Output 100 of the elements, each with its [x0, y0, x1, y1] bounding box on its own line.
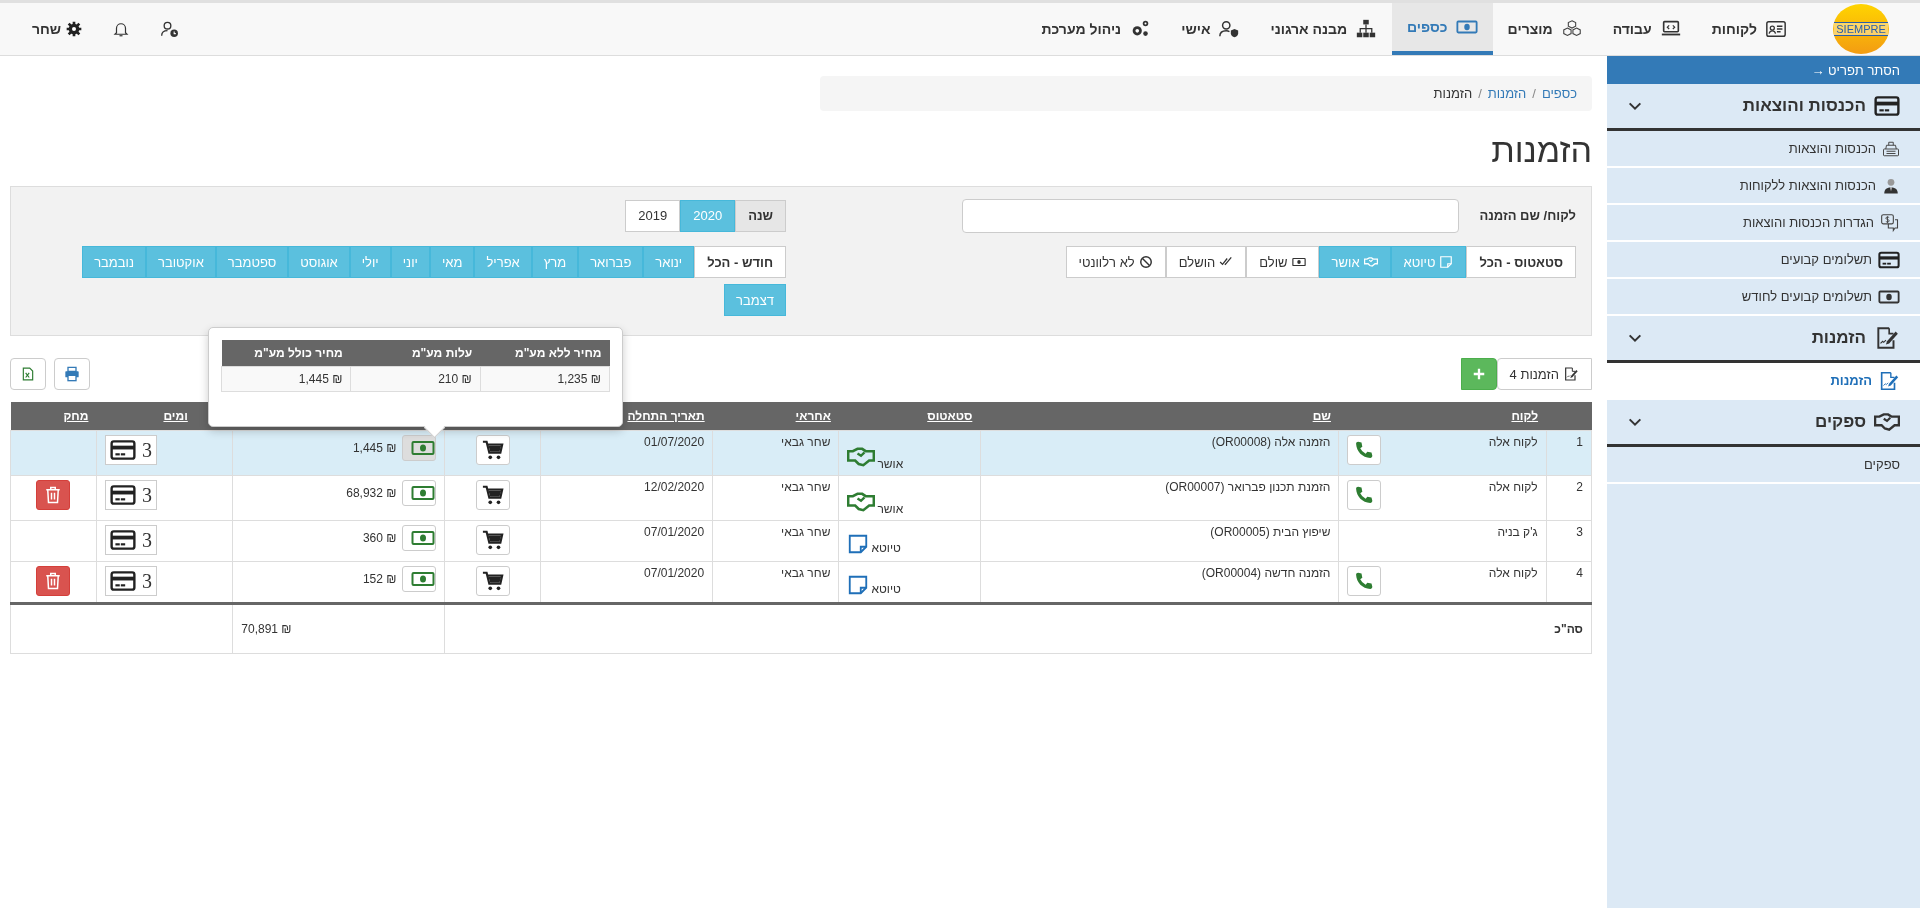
call-button[interactable]	[1347, 566, 1382, 596]
breadcrumb-link[interactable]: כספים	[1541, 86, 1577, 101]
search-field[interactable]	[962, 198, 1460, 233]
sidebar-item[interactable]: הכנסות והוצאות ללקוחות	[1607, 168, 1920, 205]
payments-button[interactable]: 3	[104, 435, 157, 465]
cart-icon	[481, 439, 504, 461]
total-price: 70,891 ₪	[241, 622, 292, 636]
price-cell-text: 360 ₪	[362, 530, 397, 545]
nav-tab[interactable]: לקוחות	[1696, 3, 1802, 55]
banknote-icon	[1291, 255, 1306, 269]
cart-button[interactable]	[475, 480, 510, 510]
cart-button[interactable]	[475, 435, 510, 465]
hide-menu-link[interactable]: הסתר תפריט →	[1607, 56, 1920, 84]
column-header[interactable]: שם	[980, 402, 1339, 431]
breadcrumb-separator: /	[1478, 86, 1482, 101]
status-label: טיוטא	[871, 541, 901, 555]
export-excel-button[interactable]	[10, 358, 46, 390]
bell-icon	[112, 20, 131, 38]
nav-tab[interactable]: מבנה ארגוני	[1255, 3, 1393, 55]
user-clock-icon	[160, 19, 181, 39]
trash-icon	[44, 486, 63, 504]
sidebar-item[interactable]: הכנסות והוצאות	[1607, 131, 1920, 168]
nav-tab[interactable]: אישי	[1166, 3, 1256, 55]
search-label: לקוח/ שם הזמנה	[1479, 208, 1576, 223]
id-card-icon	[1765, 18, 1787, 40]
sidebar-item[interactable]: ספקים	[1607, 447, 1920, 484]
handshake-icon	[1363, 255, 1378, 269]
sidebar-item[interactable]: הזמנות	[1607, 363, 1920, 400]
column-header: מחק	[10, 402, 97, 431]
table-cell: ג'ק בניה	[1497, 525, 1538, 539]
breadcrumb-separator: /	[1532, 86, 1536, 101]
plus-icon	[1471, 367, 1486, 381]
orders-count-button[interactable]: הזמנות 4	[1496, 358, 1592, 390]
year-label[interactable]: שנה	[735, 199, 786, 232]
month-all-button[interactable]: חודש - הכל	[694, 246, 786, 278]
phone-icon	[1354, 485, 1375, 505]
spreadsheet-icon	[21, 367, 35, 381]
column-header[interactable]: אחראי	[712, 402, 839, 431]
user-menu[interactable]: שחר	[32, 21, 83, 37]
total-label: סה"כ	[1554, 622, 1583, 636]
note-icon	[847, 574, 870, 596]
nav-tab[interactable]: מוצרים	[1492, 3, 1598, 55]
table-cell: שחר גבאי	[712, 520, 839, 562]
note-icon	[847, 533, 870, 555]
sidebar-item[interactable]: הגדרות הכנסות והוצאות	[1607, 205, 1920, 242]
document-edit-icon	[1874, 325, 1900, 351]
sidebar-item[interactable]: תשלומים קבועים	[1607, 242, 1920, 279]
price-details-button[interactable]	[402, 435, 437, 461]
price-details-button[interactable]	[402, 525, 437, 551]
status-filter-button[interactable]: שולם	[1246, 246, 1319, 278]
add-button[interactable]	[1460, 358, 1497, 390]
year-button[interactable]: 2019	[625, 199, 681, 232]
status-filter-button[interactable]: הושלם	[1165, 246, 1247, 278]
status-filter-button[interactable]: לא רלוונטי	[1065, 246, 1166, 278]
cart-button[interactable]	[475, 525, 510, 555]
call-button[interactable]	[1347, 435, 1382, 465]
column-header[interactable]: לקוח	[1338, 402, 1547, 431]
payments-button[interactable]: 3	[104, 480, 157, 510]
person-icon	[1882, 176, 1900, 195]
print-button[interactable]	[54, 358, 90, 390]
nav-tab[interactable]: כספים	[1392, 3, 1493, 55]
status-all-button[interactable]: סטאטוס - הכל	[1466, 246, 1576, 278]
row-number: 1	[1546, 430, 1592, 476]
delete-button[interactable]	[36, 480, 71, 510]
nav-tab[interactable]: ניהול מערכת	[1026, 3, 1167, 55]
table-cell: 12/02/2020	[540, 475, 713, 521]
notifications-button[interactable]	[112, 20, 131, 38]
credit-card-icon	[109, 527, 136, 553]
status-label: אושר	[877, 502, 904, 516]
user-shield-icon	[1218, 18, 1241, 40]
user-clock-button[interactable]	[160, 19, 181, 39]
price-cell-text: 152 ₪	[362, 571, 397, 586]
nav-tab[interactable]: עבודה	[1597, 3, 1697, 55]
logo[interactable]: SIEMPRE	[1833, 4, 1889, 54]
page-title: הזמנות	[1490, 131, 1592, 170]
settings-icon	[66, 21, 83, 37]
document-edit-icon	[1563, 366, 1579, 382]
call-button[interactable]	[1347, 480, 1382, 510]
tooltip-header: מחיר ללא מע"מ	[480, 340, 610, 367]
payments-button[interactable]: 3	[104, 566, 157, 596]
trash-icon	[44, 572, 63, 590]
delete-button[interactable]	[36, 566, 71, 596]
column-header[interactable]: סטאטוס	[838, 402, 981, 431]
table-cell: לקוח אלה	[1488, 566, 1538, 580]
table-cell: שיפוץ הבית (OR00005)	[980, 520, 1339, 562]
cart-icon	[481, 570, 504, 592]
ban-icon	[1138, 255, 1153, 269]
credit-card-icon	[109, 482, 136, 508]
price-details-button[interactable]	[402, 480, 437, 506]
note-icon	[1439, 255, 1454, 269]
price-cell-text: 68,932 ₪	[346, 485, 397, 500]
row-number: 2	[1546, 475, 1592, 521]
payments-button[interactable]: 3	[104, 525, 157, 555]
credit-card-icon	[109, 437, 136, 463]
table-cell: לקוח אלה	[1488, 435, 1538, 449]
price-details-button[interactable]	[402, 566, 437, 592]
tooltip-value: 1,445 ₪	[298, 372, 343, 386]
table-cell: שחר גבאי	[712, 475, 839, 521]
breadcrumb-link[interactable]: הזמנות	[1487, 86, 1527, 101]
cart-button[interactable]	[475, 566, 510, 596]
